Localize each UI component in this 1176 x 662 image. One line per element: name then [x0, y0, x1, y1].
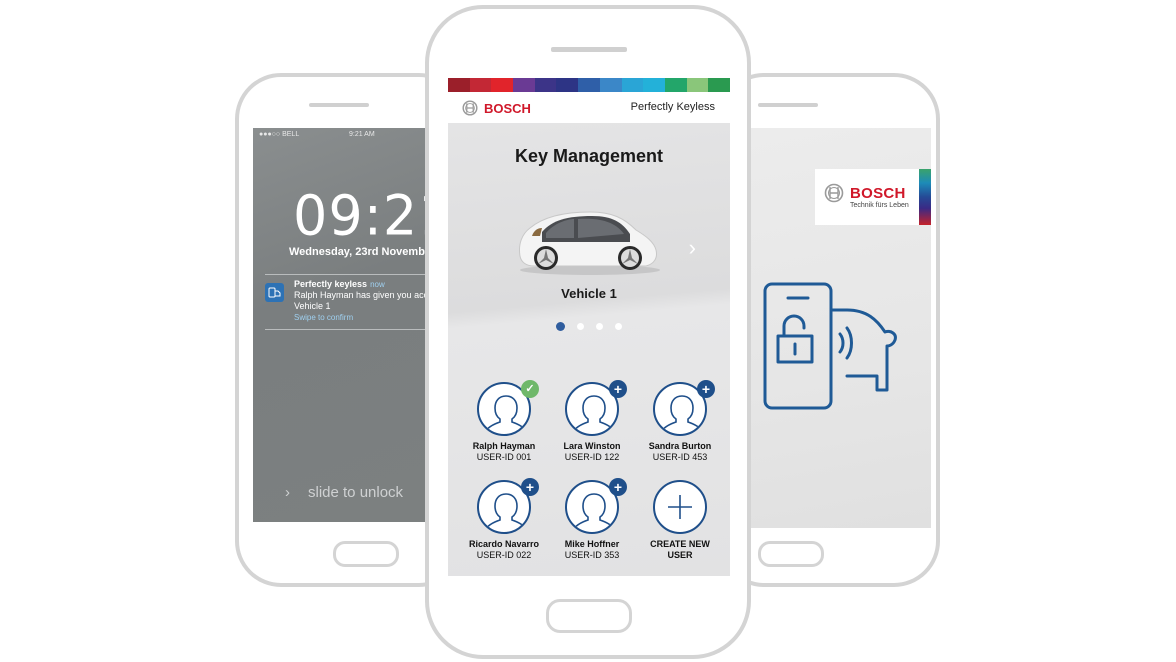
- brand-stripe: [919, 169, 931, 225]
- carousel-dot[interactable]: [615, 323, 622, 330]
- slide-to-unlock-label: slide to unlock: [308, 484, 404, 501]
- status-time: 9:21 AM: [349, 131, 375, 138]
- create-user-label-line2: USER: [667, 550, 693, 560]
- user-name: Sandra Burton: [648, 441, 712, 451]
- speaker-grille: [309, 103, 369, 107]
- plus-icon: [653, 480, 707, 534]
- center-phone-frame: BOSCH Perfectly Keyless Key Management ›: [425, 5, 751, 659]
- create-new-user-button[interactable]: CREATE NEW USER: [636, 480, 724, 561]
- brand-name: BOSCH: [850, 184, 906, 202]
- bosch-logo-card: BOSCH Technik fürs Leben: [815, 169, 931, 225]
- brand-color-stripe: [448, 78, 730, 92]
- brand-color-segment: [686, 78, 709, 92]
- right-phone-frame: BOSCH Technik fürs Leben: [718, 73, 940, 587]
- chevron-right-icon[interactable]: ›: [689, 235, 696, 261]
- user-name: Mike Hoffner: [564, 539, 620, 549]
- brand-tagline: Technik fürs Leben: [850, 202, 909, 209]
- add-badge-icon[interactable]: +: [609, 380, 627, 398]
- user-id: USER-ID 353: [564, 550, 620, 560]
- carousel-dot[interactable]: [577, 323, 584, 330]
- key-management-screen: BOSCH Perfectly Keyless Key Management ›: [448, 78, 730, 576]
- user-tile[interactable]: ✓ Ralph Hayman USER-ID 001: [460, 380, 548, 463]
- phone-unlock-car-icon: [763, 282, 897, 410]
- carousel-pagination: [448, 322, 730, 331]
- brand-color-segment: [621, 78, 644, 92]
- home-button[interactable]: [333, 541, 399, 567]
- user-id: USER-ID 122: [564, 452, 620, 462]
- user-name: Lara Winston: [563, 441, 621, 451]
- user-name: Ricardo Navarro: [468, 539, 540, 549]
- add-badge-icon[interactable]: +: [697, 380, 715, 398]
- app-tagline: Perfectly Keyless: [630, 101, 715, 113]
- user-tile[interactable]: + Mike Hoffner USER-ID 353: [548, 478, 636, 561]
- user-id: USER-ID 022: [476, 550, 532, 560]
- brand-color-segment: [491, 78, 514, 92]
- user-tile[interactable]: + Lara Winston USER-ID 122: [548, 380, 636, 463]
- vehicle-name: Vehicle 1: [561, 286, 617, 301]
- user-tile[interactable]: + Ricardo Navarro USER-ID 022: [460, 478, 548, 561]
- lock-date: Wednesday, 23rd November: [289, 246, 436, 258]
- carrier-signal: ●●●○○ BELL: [259, 131, 300, 138]
- chevron-right-icon: ›: [285, 484, 290, 501]
- home-button[interactable]: [758, 541, 824, 567]
- brand-color-segment: [578, 78, 600, 92]
- carousel-dot[interactable]: [596, 323, 603, 330]
- user-id: USER-ID 453: [652, 452, 708, 462]
- brand-color-segment: [513, 78, 535, 92]
- keyless-app-icon: [265, 283, 284, 302]
- brand-color-segment: [556, 78, 579, 92]
- splash-screen: BOSCH Technik fürs Leben: [730, 128, 931, 528]
- speaker-grille: [551, 47, 627, 52]
- brand-color-segment: [643, 78, 665, 92]
- notification-time: now: [370, 280, 385, 289]
- brand-name: BOSCH: [484, 100, 531, 116]
- brand-color-segment: [599, 78, 622, 92]
- add-badge-icon[interactable]: +: [521, 478, 539, 496]
- brand-color-segment: [534, 78, 557, 92]
- slide-to-unlock[interactable]: › slide to unlock: [285, 484, 403, 501]
- bosch-armature-icon: [462, 100, 478, 116]
- home-button[interactable]: [546, 599, 632, 633]
- speaker-grille: [758, 103, 818, 107]
- user-name: Ralph Hayman: [472, 441, 536, 451]
- brand-color-segment: [469, 78, 492, 92]
- check-badge-icon[interactable]: ✓: [521, 380, 539, 398]
- user-id: USER-ID 001: [476, 452, 532, 462]
- notification-app-name: Perfectly keyless: [294, 279, 368, 289]
- app-header: BOSCH Perfectly Keyless: [448, 92, 730, 123]
- brand-color-segment: [708, 78, 730, 92]
- vehicle-image[interactable]: [512, 206, 662, 278]
- carousel-dot[interactable]: [556, 322, 565, 331]
- bosch-armature-icon: [824, 183, 844, 203]
- user-tile[interactable]: + Sandra Burton USER-ID 453: [636, 380, 724, 463]
- add-badge-icon[interactable]: +: [609, 478, 627, 496]
- page-title: Key Management: [514, 146, 664, 166]
- brand-color-segment: [664, 78, 687, 92]
- create-user-label-line1: CREATE NEW: [650, 539, 710, 549]
- brand-color-segment: [448, 78, 470, 92]
